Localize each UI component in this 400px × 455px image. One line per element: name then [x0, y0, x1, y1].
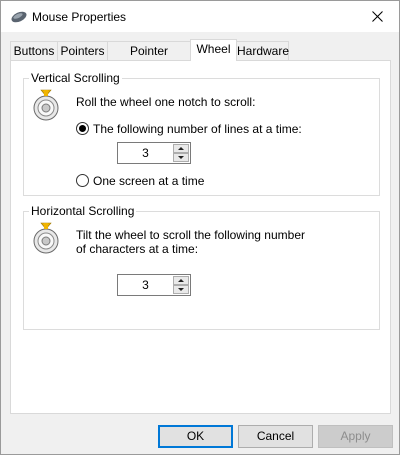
tab-pointer-options[interactable]: Pointer Options	[107, 41, 191, 76]
close-button[interactable]	[355, 1, 399, 32]
tab-wheel[interactable]: Wheel	[190, 39, 237, 61]
horizontal-intro-line-1: Tilt the wheel to scroll the following n…	[76, 228, 305, 242]
vertical-scrolling-group: Vertical Scrolling Roll the wheel one no…	[23, 71, 380, 196]
characters-value-input[interactable]: 3	[118, 275, 173, 295]
vertical-scrolling-legend: Vertical Scrolling	[29, 71, 122, 85]
chevron-down-icon	[178, 288, 184, 291]
scroll-wheel-icon	[33, 222, 59, 254]
wheel-tab-panel: Vertical Scrolling Roll the wheel one no…	[10, 60, 391, 414]
tab-pointers[interactable]: Pointers	[57, 41, 108, 61]
title-bar: Mouse Properties	[1, 1, 399, 32]
cancel-button[interactable]: Cancel	[238, 425, 313, 448]
one-screen-radio[interactable]	[76, 174, 89, 187]
close-icon	[371, 11, 383, 22]
scroll-wheel-icon	[33, 89, 59, 121]
lines-increment-button[interactable]	[173, 144, 189, 153]
characters-decrement-button[interactable]	[173, 285, 189, 294]
mouse-icon	[10, 9, 28, 23]
chevron-up-icon	[178, 147, 184, 150]
characters-increment-button[interactable]	[173, 276, 189, 285]
ok-button[interactable]: OK	[158, 425, 233, 448]
one-screen-label[interactable]: One screen at a time	[93, 174, 204, 188]
lines-spinner[interactable]: 3	[117, 142, 191, 164]
tab-buttons[interactable]: Buttons	[10, 41, 58, 61]
horizontal-intro-line-2: of characters at a time:	[76, 242, 199, 256]
chevron-down-icon	[178, 156, 184, 159]
lines-at-a-time-label[interactable]: The following number of lines at a time:	[93, 122, 302, 136]
horizontal-scrolling-legend: Horizontal Scrolling	[29, 204, 137, 218]
lines-value-input[interactable]: 3	[118, 143, 173, 163]
mouse-properties-dialog: Mouse Properties Buttons Pointers Pointe…	[0, 0, 400, 455]
lines-decrement-button[interactable]	[173, 153, 189, 162]
horizontal-scrolling-group: Horizontal Scrolling Tilt the wheel to s…	[23, 204, 380, 330]
apply-button[interactable]: Apply	[318, 425, 393, 448]
vertical-intro-text: Roll the wheel one notch to scroll:	[76, 95, 256, 109]
tab-hardware[interactable]: Hardware	[236, 41, 289, 61]
chevron-up-icon	[178, 279, 184, 282]
characters-spinner[interactable]: 3	[117, 274, 191, 296]
window-title: Mouse Properties	[32, 10, 127, 24]
lines-at-a-time-radio[interactable]	[76, 122, 89, 135]
